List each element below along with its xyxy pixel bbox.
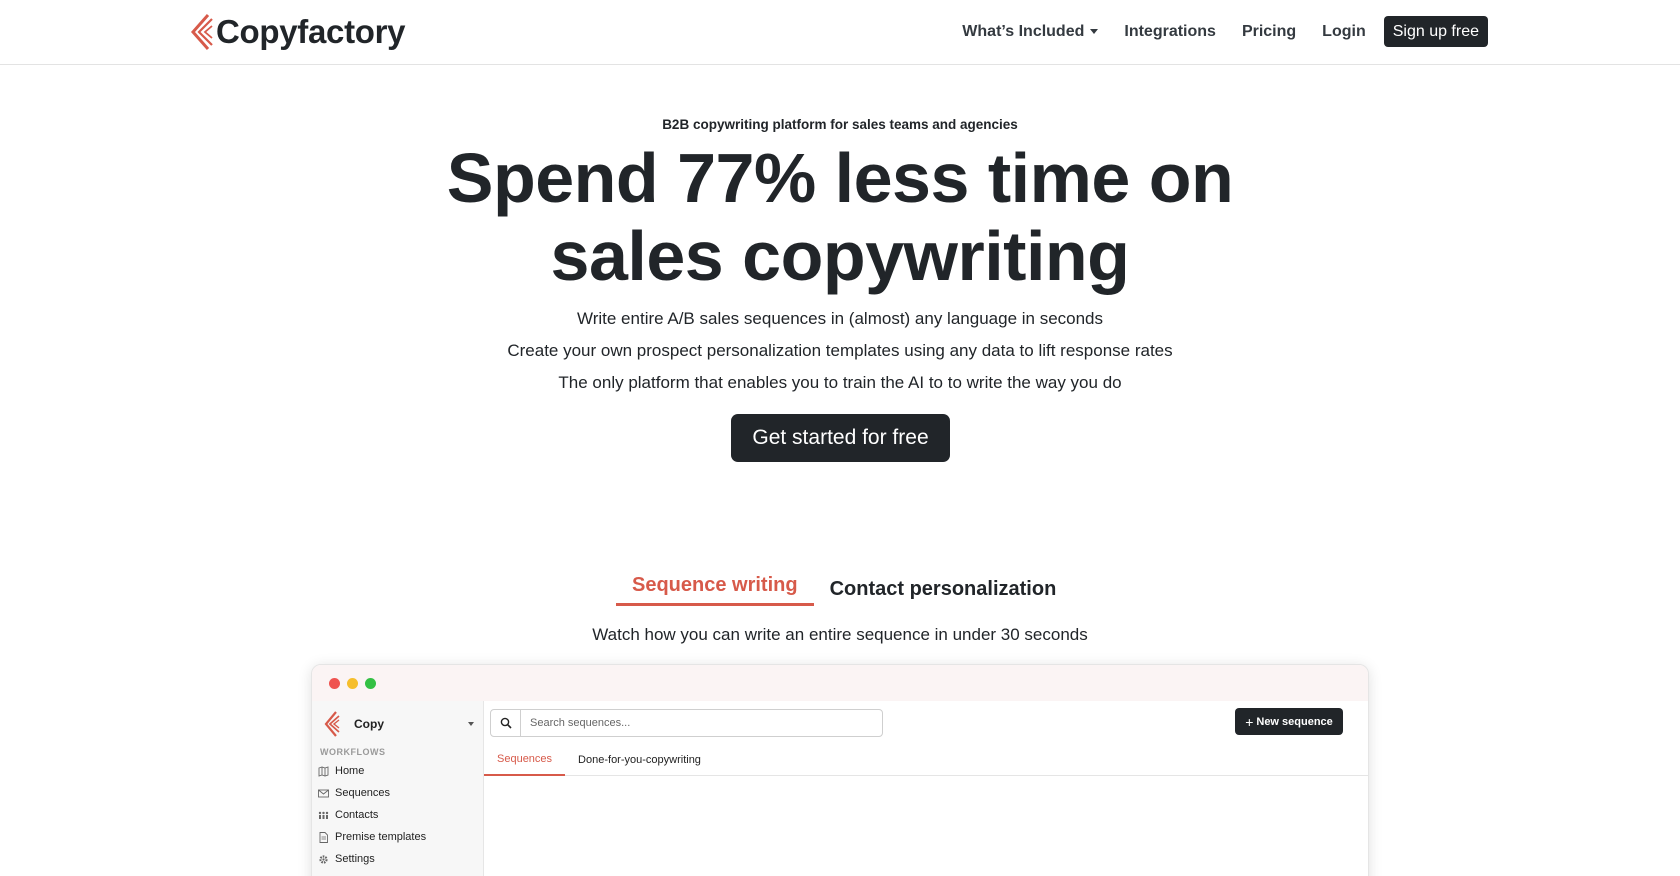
hero-subtext-1: Write entire A/B sales sequences in (alm… xyxy=(576,309,1104,328)
hero-eyebrow: B2B copywriting platform for sales teams… xyxy=(662,117,1018,132)
sidebar-item-label: Contacts xyxy=(335,809,379,821)
app-tabs: Sequences Done-for-you-copywriting xyxy=(484,743,1368,776)
sidebar-item-label: Home xyxy=(335,765,365,777)
sidebar-item-home[interactable]: Home xyxy=(318,761,364,781)
nav-links: What’s Included Integrations Pricing Log… xyxy=(936,16,1488,47)
chevron-down-icon xyxy=(468,722,474,726)
gear-icon xyxy=(318,854,329,865)
hero-headline-line2: sales copywriting xyxy=(550,217,1130,295)
top-navbar: Copyfactory What’s Included Integrations… xyxy=(0,0,1680,65)
get-started-button[interactable]: Get started for free xyxy=(731,414,950,462)
nav-whats-included-label: What’s Included xyxy=(962,22,1085,40)
hero-subtext-2: Create your own prospect personalization… xyxy=(507,341,1173,360)
tab-sequences[interactable]: Sequences xyxy=(484,743,566,776)
workspace-name: Copy xyxy=(354,717,384,731)
window-maximize-dot xyxy=(365,678,376,689)
tab-sequence-writing[interactable]: Sequence writing xyxy=(616,574,814,606)
new-sequence-button[interactable]: + New sequence xyxy=(1235,708,1343,735)
sidebar-item-label: Sequences xyxy=(335,787,391,799)
window-close-dot xyxy=(329,678,340,689)
hero-headline-line1: Spend 77% less time on xyxy=(446,139,1234,217)
window-minimize-dot xyxy=(347,678,358,689)
window-titlebar xyxy=(312,665,1368,701)
app-main: + New sequence Sequences Done-for-you-co… xyxy=(484,701,1368,876)
tab-contact-personalization[interactable]: Contact personalization xyxy=(814,574,1073,606)
feature-tabs: Sequence writing Contact personalization xyxy=(616,574,1072,606)
sidebar-item-sequences[interactable]: Sequences xyxy=(318,783,390,803)
app-preview-window: Copy WORKFLOWS Home Sequences Contacts P… xyxy=(311,664,1369,876)
plus-icon: + xyxy=(1245,713,1254,730)
sidebar-item-contacts[interactable]: Contacts xyxy=(318,805,378,825)
map-icon xyxy=(318,765,329,777)
sidebar-item-settings[interactable]: Settings xyxy=(318,849,375,869)
sidebar-item-label: Settings xyxy=(335,853,375,865)
chevron-down-icon xyxy=(1090,29,1099,34)
hero-subtext-3: The only platform that enables you to tr… xyxy=(558,373,1122,392)
people-icon xyxy=(318,810,329,821)
brand-name: Copyfactory xyxy=(216,13,406,50)
document-icon xyxy=(318,831,329,843)
app-sidebar: Copy WORKFLOWS Home Sequences Contacts P… xyxy=(312,701,484,876)
sidebar-item-label: Premise templates xyxy=(335,831,427,843)
nav-pricing[interactable]: Pricing xyxy=(1242,23,1296,41)
copyfactory-logo-icon xyxy=(190,14,213,50)
sidebar-heading: WORKFLOWS xyxy=(320,747,386,757)
new-sequence-label: New sequence xyxy=(1256,715,1333,728)
mail-icon xyxy=(318,788,329,799)
search-input[interactable] xyxy=(521,717,882,729)
workspace-switcher[interactable]: Copy xyxy=(324,709,474,739)
search-bar xyxy=(490,709,883,737)
sidebar-item-premise-templates[interactable]: Premise templates xyxy=(318,827,426,847)
hero-headline: Spend 77% less time on sales copywriting xyxy=(0,139,1680,295)
nav-login[interactable]: Login xyxy=(1322,23,1366,41)
copyfactory-logo-icon xyxy=(324,711,340,737)
feature-caption: Watch how you can write an entire sequen… xyxy=(592,625,1088,644)
nav-integrations[interactable]: Integrations xyxy=(1124,23,1216,41)
signup-button[interactable]: Sign up free xyxy=(1383,16,1488,47)
brand-logo[interactable]: Copyfactory xyxy=(190,12,406,52)
nav-whats-included[interactable]: What’s Included xyxy=(962,22,1099,41)
tab-done-for-you-copywriting[interactable]: Done-for-you-copywriting xyxy=(565,743,714,776)
search-icon[interactable] xyxy=(491,710,521,736)
